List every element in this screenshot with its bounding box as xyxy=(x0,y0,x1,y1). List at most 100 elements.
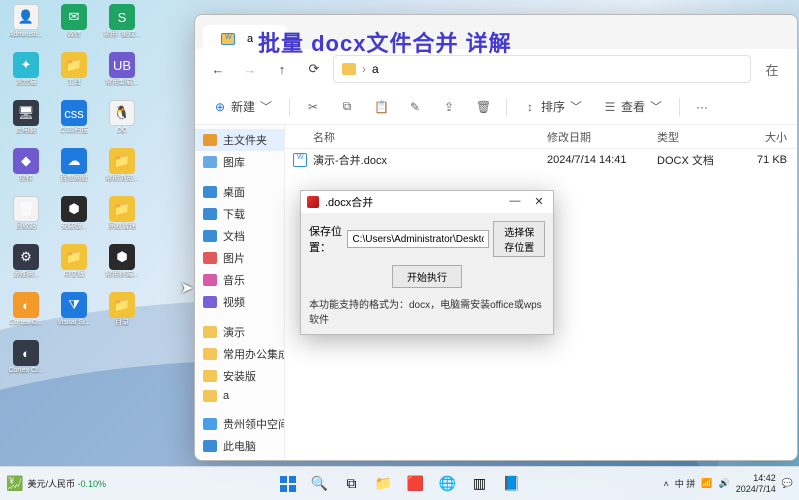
more-button[interactable]: ··· xyxy=(688,94,716,120)
share-icon: ⇪ xyxy=(442,100,456,114)
choose-location-button[interactable]: 选择保存位置 xyxy=(493,221,545,257)
desktop-icon[interactable]: 👤Administr... xyxy=(4,4,48,48)
sidebar-item-desktop[interactable]: 桌面 xyxy=(195,181,284,203)
start-button[interactable]: 开始执行 xyxy=(392,265,462,288)
desktop-icon-label: 百度网盘 xyxy=(60,175,88,182)
sidebar-item-office-tools[interactable]: 常用办公集成工具 xyxy=(195,343,284,365)
desktop-icon[interactable]: 📁回收清理 xyxy=(100,196,144,240)
delete-button[interactable]: 🗑 xyxy=(468,94,498,120)
sidebar-item-gallery[interactable]: 图库 xyxy=(195,151,284,173)
taskbar-explorer[interactable]: 📁 xyxy=(371,471,397,497)
share-button[interactable]: ⇪ xyxy=(434,94,464,120)
dialog-titlebar[interactable]: .docx合并 — ✕ xyxy=(301,191,553,213)
desktop-icon[interactable]: S常用_集成... xyxy=(100,4,144,48)
rename-button[interactable]: ✎ xyxy=(400,94,430,120)
desktop-icon[interactable]: ◆控件 xyxy=(4,148,48,192)
app-icon: 📁 xyxy=(109,196,135,222)
file-row[interactable]: 演示-合并.docx2024/7/14 14:41DOCX 文档71 KB xyxy=(285,149,797,171)
desktop-icon[interactable]: ⬢常用终端... xyxy=(100,244,144,288)
sidebar-item-thispc[interactable]: 此电脑 xyxy=(195,435,284,457)
column-headers: 名称 修改日期 类型 大小 xyxy=(285,125,797,149)
desktop-icon[interactable]: ⧩Visual St... xyxy=(52,292,96,336)
sidebar-item-documents[interactable]: 文档 xyxy=(195,225,284,247)
desktop-icon[interactable]: 📁中文版 xyxy=(52,244,96,288)
dialog-minimize-button[interactable]: — xyxy=(503,191,527,211)
desktop-icon[interactable]: 📁目录 xyxy=(100,292,144,336)
paste-button[interactable]: 📋 xyxy=(366,94,396,120)
desktop-icon[interactable]: 🖥此电脑 xyxy=(4,100,48,144)
docx-icon xyxy=(293,153,307,167)
desktop-icon[interactable]: 📁工具 xyxy=(52,52,96,96)
taskbar-word[interactable]: 📘 xyxy=(499,471,525,497)
sidebar-item-guizhou[interactable]: 贵州领中空间科技 xyxy=(195,413,284,435)
sidebar-item-demo[interactable]: 演示 xyxy=(195,321,284,343)
sidebar-item-music[interactable]: 音乐 xyxy=(195,269,284,291)
desktop-icon[interactable]: cssCSS扫描 xyxy=(52,100,96,144)
up-button[interactable]: ↑ xyxy=(269,56,295,82)
col-type[interactable]: 类型 xyxy=(657,129,737,145)
desktop-icon[interactable]: ◐Cortex Cl... xyxy=(4,340,48,384)
address-bar[interactable]: › a xyxy=(333,55,751,83)
video-overlay-title: 批量 docx文件合并 详解 xyxy=(258,26,512,58)
cut-button[interactable]: ✂ xyxy=(298,94,328,120)
desktop-icon-label: 常用终端... xyxy=(105,271,139,278)
dialog-hint: 本功能支持的格式为：docx，电脑需安装office或wps软件 xyxy=(309,296,545,326)
tray-notifications-icon[interactable]: 💬 xyxy=(782,478,793,489)
back-button[interactable]: ← xyxy=(205,56,231,82)
save-location-input[interactable] xyxy=(347,230,489,248)
col-size[interactable]: 大小 xyxy=(737,129,797,145)
tray-ime[interactable]: 中 拼 xyxy=(675,477,696,490)
sidebar-item-downloads[interactable]: 下载 xyxy=(195,203,284,225)
mouse-cursor-icon: ➤ xyxy=(180,278,193,298)
taskbar-app[interactable]: 🟥 xyxy=(403,471,429,497)
sort-button[interactable]: ↕ 排序 ﹀ xyxy=(515,94,591,120)
sidebar-item-home[interactable]: 主文件夹 xyxy=(195,129,284,151)
file-name: 演示-合并.docx xyxy=(313,152,547,168)
desktop-icon[interactable]: 🗑回收站 xyxy=(4,196,48,240)
taskbar-app2[interactable]: ▥ xyxy=(467,471,493,497)
desktop-icon-label: 常用_集成... xyxy=(103,31,141,38)
start-button[interactable] xyxy=(275,471,301,497)
sidebar-item-videos[interactable]: 视频 xyxy=(195,291,284,313)
desktop-icon[interactable]: UB常用卸载... xyxy=(100,52,144,96)
minimize-button[interactable] xyxy=(775,17,793,35)
sidebar-item-pictures[interactable]: 图片 xyxy=(195,247,284,269)
app-icon: S xyxy=(109,4,135,30)
sidebar-item-install[interactable]: 安装版 xyxy=(195,365,284,387)
view-button[interactable]: ☰ 查看 ﹀ xyxy=(595,94,671,120)
tray-volume-icon[interactable]: 🔊 xyxy=(719,478,730,489)
col-date[interactable]: 修改日期 xyxy=(547,129,657,145)
tray-wifi-icon[interactable]: 📶 xyxy=(701,478,712,489)
ribbon-right-text: 在 xyxy=(757,60,787,79)
dialog-close-button[interactable]: ✕ xyxy=(527,191,551,211)
taskbar-search-button[interactable]: 🔍 xyxy=(307,471,333,497)
col-name[interactable]: 名称 xyxy=(285,129,547,145)
app-icon xyxy=(307,196,319,208)
cloud-icon xyxy=(203,418,217,430)
task-view-button[interactable]: ⧉ xyxy=(339,471,365,497)
system-tray[interactable]: ˄ 中 拼 📶 🔊 14:42 2024/7/14 💬 xyxy=(664,467,793,500)
sidebar-item-a[interactable]: a xyxy=(195,387,284,405)
sidebar-item-network[interactable]: 网络 xyxy=(195,457,284,460)
app-icon: ⧩ xyxy=(61,292,87,318)
gallery-icon xyxy=(203,156,217,168)
desktop-icon[interactable]: ⬢安装版... xyxy=(52,196,96,240)
desktop-icon[interactable]: ✉微信 xyxy=(52,4,96,48)
app-icon: ⚙ xyxy=(13,244,39,270)
desktop-icon[interactable]: 📁常用浏览... xyxy=(100,148,144,192)
forward-button[interactable]: → xyxy=(237,56,263,82)
explorer-sidebar: 主文件夹 图库 桌面 下载 文档 图片 音乐 视频 演示 常用办公集成工具 安装… xyxy=(195,125,285,460)
desktop-icon[interactable]: ◐Cortex C... xyxy=(4,292,48,336)
desktop-icons: 👤Administr...✦惠宏猫🖥此电脑◆控件🗑回收站⚙运维网...◐Cort… xyxy=(4,4,144,384)
desktop-icon[interactable]: ☁百度网盘 xyxy=(52,148,96,192)
desktop-icon[interactable]: ⚙运维网... xyxy=(4,244,48,288)
copy-button[interactable]: ⧉ xyxy=(332,94,362,120)
refresh-button[interactable]: ⟳ xyxy=(301,56,327,82)
taskbar-edge[interactable]: 🌐 xyxy=(435,471,461,497)
new-button[interactable]: ⊕ 新建 ﹀ xyxy=(205,94,281,120)
desktop-icon-label: Cortex C... xyxy=(9,319,42,326)
tray-expand-icon[interactable]: ˄ xyxy=(664,479,669,489)
desktop-icon[interactable]: 🐧QQ xyxy=(100,100,144,144)
video-icon xyxy=(203,296,217,308)
desktop-icon[interactable]: ✦惠宏猫 xyxy=(4,52,48,96)
